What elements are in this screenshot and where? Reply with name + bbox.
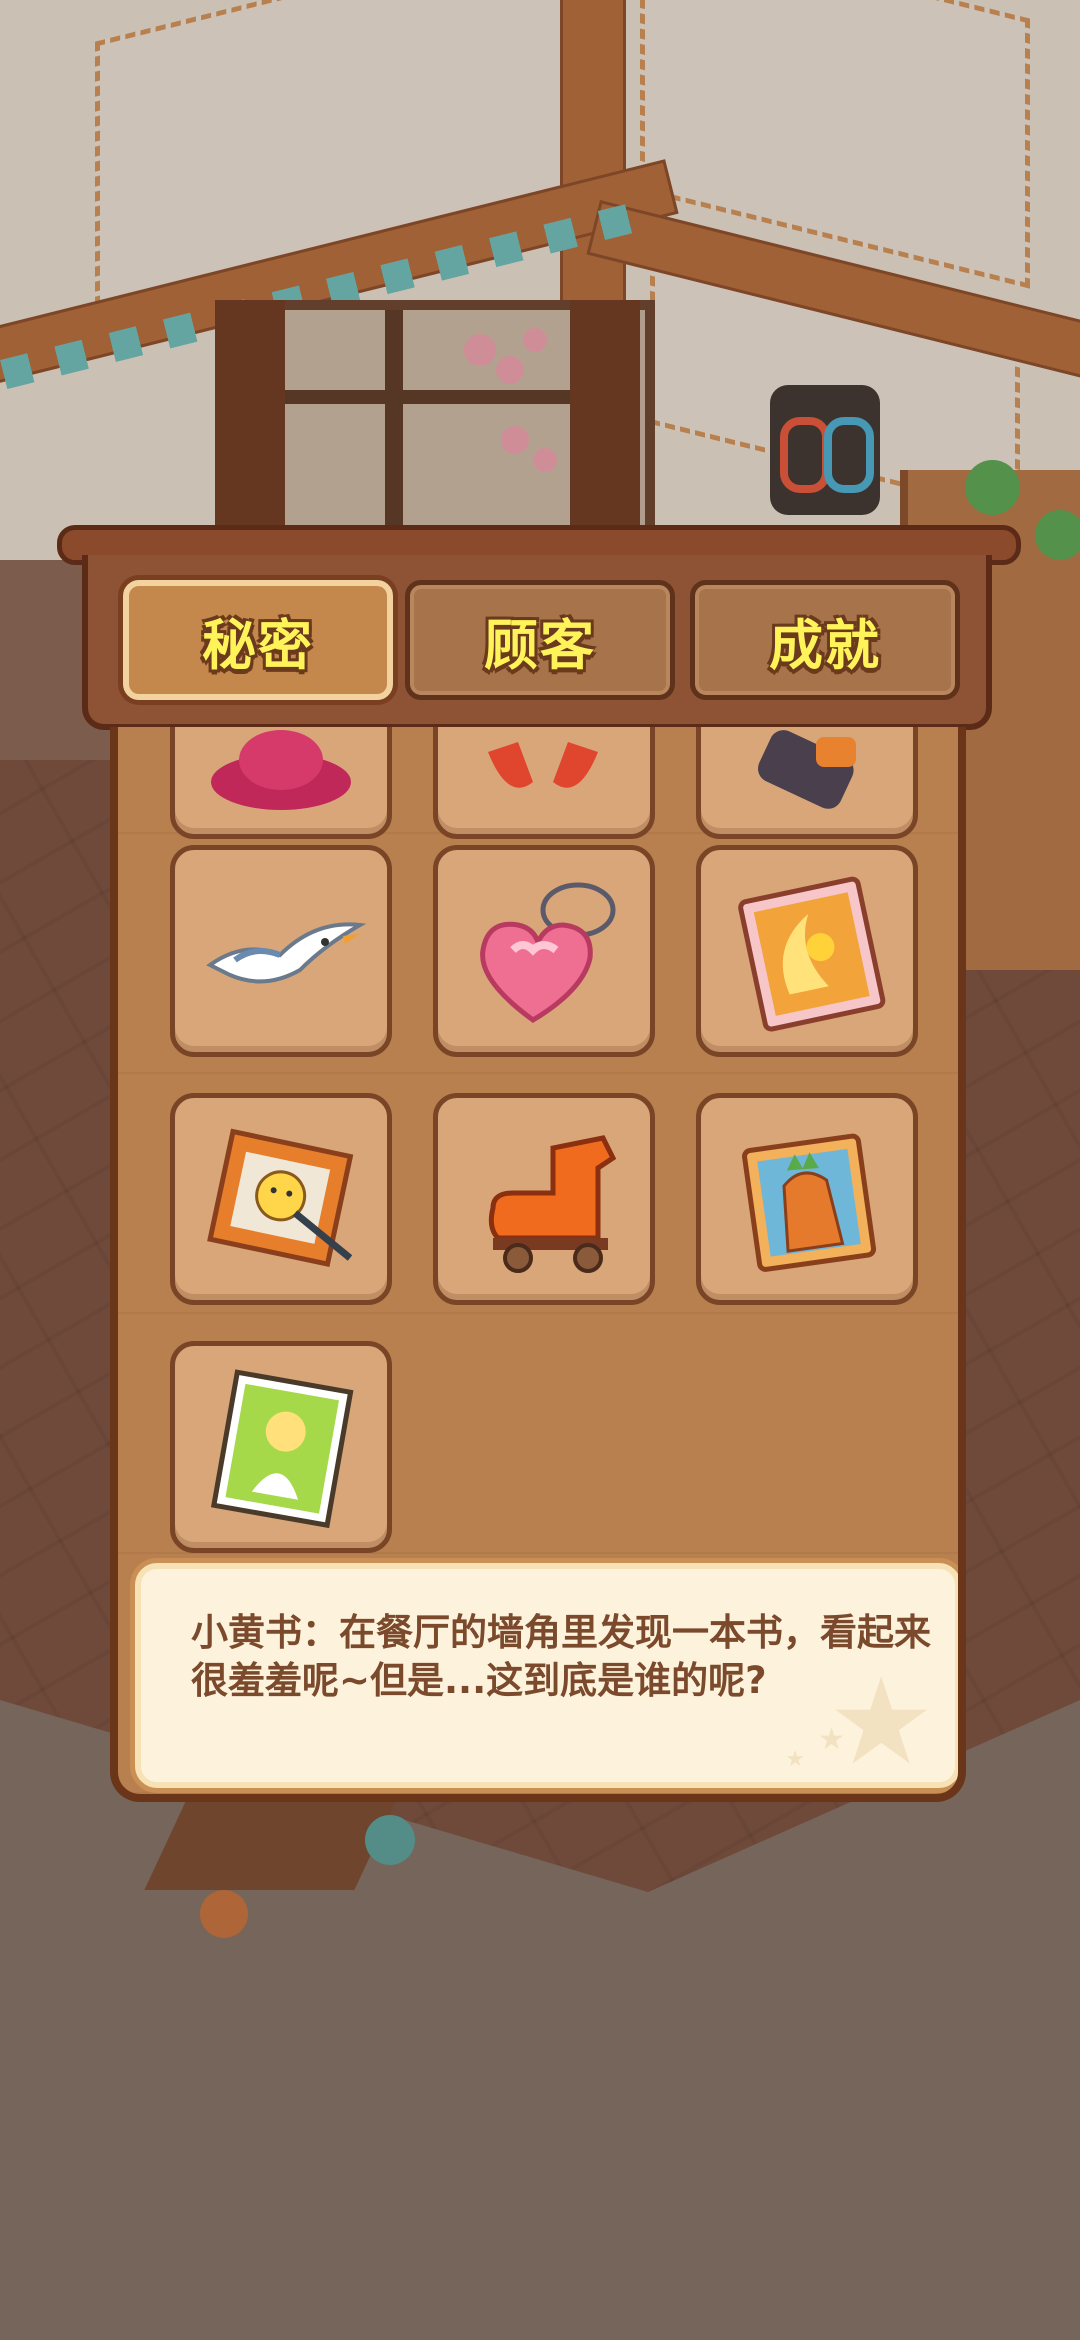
item-slot[interactable] [170, 845, 392, 1057]
item-slot[interactable] [696, 727, 918, 839]
item-slot[interactable] [696, 1093, 918, 1305]
item-description-text: 小黄书：在餐厅的墙角里发现一本书，看起来很羞羞呢~但是...这到底是谁的呢? [191, 1611, 931, 1702]
item-slot[interactable] [433, 845, 655, 1057]
carrot-photo-icon [742, 1133, 877, 1272]
tab-customers[interactable]: 顾客 [405, 580, 675, 700]
item-slot[interactable] [433, 727, 655, 839]
red-ribbon-icon [488, 742, 598, 788]
star-icon: ★ [827, 1653, 935, 1788]
red-hat-icon [211, 730, 351, 810]
duck-portrait-frame-icon [207, 1128, 354, 1268]
item-description-box: 小黄书：在餐厅的墙角里发现一本书，看起来很羞羞呢~但是...这到底是谁的呢? ★… [135, 1563, 958, 1788]
roller-skate-icon [488, 1135, 617, 1273]
items-panel: 小黄书：在餐厅的墙角里发现一本书，看起来很羞羞呢~但是...这到底是谁的呢? ★… [110, 727, 966, 1802]
camera-icon [757, 730, 856, 809]
item-slot[interactable] [170, 727, 392, 839]
star-icon: ★ [785, 1747, 805, 1772]
seagull-icon [206, 922, 367, 984]
tab-achievements[interactable]: 成就 [690, 580, 960, 700]
heart-keychain-icon [480, 882, 616, 1023]
tab-secrets[interactable]: 秘密 [123, 580, 393, 700]
item-slot[interactable] [433, 1093, 655, 1305]
item-slot[interactable] [696, 845, 918, 1057]
little-yellow-book-icon [210, 1369, 354, 1529]
item-slot[interactable] [170, 1341, 392, 1553]
item-slot[interactable] [170, 1093, 392, 1305]
star-icon: ★ [818, 1722, 845, 1757]
moon-duck-photo-icon [738, 876, 886, 1032]
